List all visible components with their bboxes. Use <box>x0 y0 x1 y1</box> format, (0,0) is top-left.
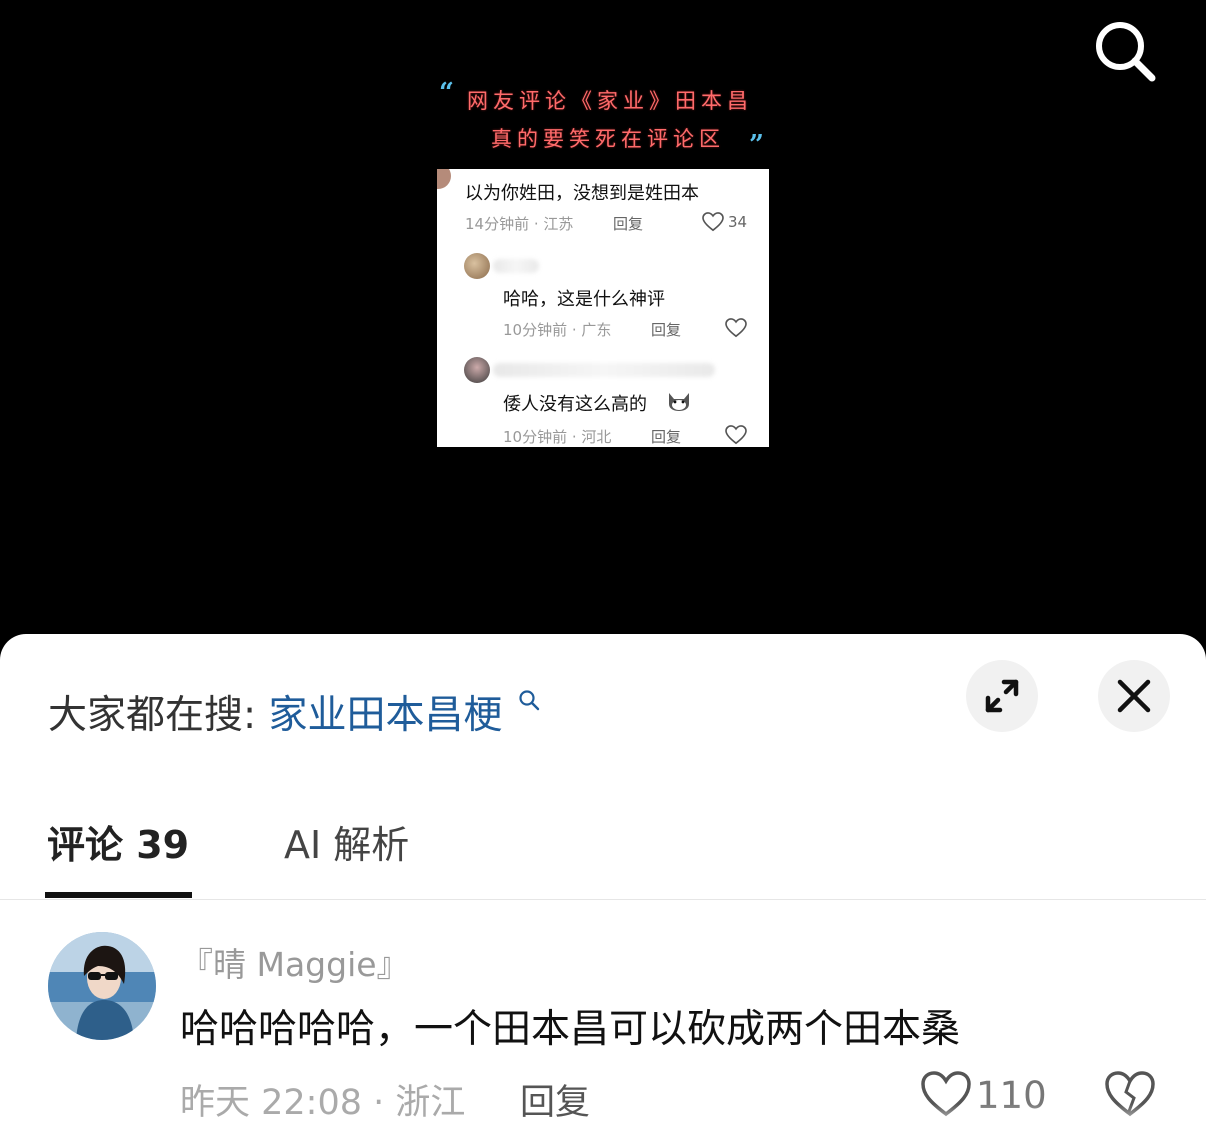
embedded-comment-screenshot: 以为你姓田，没想到是姓田本 14分钟前 · 江苏 回复 34 哈哈，这是什么神评… <box>437 169 769 447</box>
active-tab-indicator <box>45 892 192 898</box>
embedded-reply-label: 回复 <box>651 428 682 446</box>
heart-icon <box>725 318 747 338</box>
trending-search[interactable]: 大家都在搜: 家业田本昌梗 <box>48 684 541 740</box>
heart-icon <box>702 212 724 232</box>
close-icon <box>1117 679 1151 713</box>
embedded-comment-text: 倭人没有这么高的 <box>503 394 647 415</box>
embedded-comment-meta: 14分钟前 · 江苏 <box>465 215 574 233</box>
blurred-username <box>493 259 539 273</box>
comment-item: 『晴 Maggie』 哈哈哈哈哈，一个田本昌可以砍成两个田本桑 昨天 22:08… <box>0 924 1206 1147</box>
video-area[interactable]: “ 网友评论《家业》田本昌 真的要笑死在评论区 ” 以为你姓田，没想到是姓田本 … <box>0 0 1206 660</box>
search-icon <box>1096 22 1156 82</box>
embedded-comment-text: 哈哈，这是什么神评 <box>503 289 665 310</box>
embedded-reply-label: 回复 <box>651 321 682 339</box>
like-count: 110 <box>976 1074 1047 1117</box>
avatar-image <box>48 932 156 1040</box>
comment-text: 哈哈哈哈哈，一个田本昌可以砍成两个田本桑 <box>180 1007 961 1052</box>
embedded-comment-text: 以为你姓田，没想到是姓田本 <box>465 183 699 204</box>
tab-ai-analysis[interactable]: AI 解析 <box>284 814 409 869</box>
post-title-line-1: 网友评论《家业》田本昌 <box>467 89 753 113</box>
trending-term-link[interactable]: 家业田本昌梗 <box>269 693 503 738</box>
embedded-avatar <box>464 253 490 279</box>
comment-timestamp-location: 昨天 22:08 · 浙江 <box>180 1083 466 1123</box>
reply-button[interactable]: 回复 <box>520 1074 590 1125</box>
avatar[interactable] <box>48 932 156 1040</box>
embedded-avatar <box>437 169 451 189</box>
trending-label: 大家都在搜: <box>48 693 257 738</box>
embedded-comment-meta: 10分钟前 · 广东 <box>503 321 612 339</box>
expand-icon <box>985 679 1019 713</box>
post-title: “ 网友评论《家业》田本昌 真的要笑死在评论区 ” <box>437 78 769 168</box>
search-button[interactable] <box>1088 14 1160 86</box>
heart-icon <box>725 425 747 445</box>
post-title-line-2: 真的要笑死在评论区 <box>491 127 725 151</box>
blurred-username <box>493 363 715 377</box>
quote-close-mark: ” <box>749 130 764 160</box>
broken-heart-icon[interactable] <box>1104 1070 1156 1118</box>
comment-author[interactable]: 『晴 Maggie』 <box>180 938 410 986</box>
close-button[interactable] <box>1098 660 1170 732</box>
embedded-avatar <box>464 357 490 383</box>
embedded-comment-meta: 10分钟前 · 河北 <box>503 428 612 446</box>
quote-open-mark: “ <box>439 78 454 108</box>
comments-sheet: 大家都在搜: 家业田本昌梗 评论 39 AI 解析 『晴 Maggie』 哈哈哈… <box>0 634 1206 1147</box>
heart-icon <box>921 1071 971 1117</box>
search-icon <box>519 690 540 711</box>
expand-button[interactable] <box>966 660 1038 732</box>
embedded-like-count: 34 <box>728 213 748 231</box>
embedded-reply-label: 回复 <box>613 215 644 233</box>
tab-comments[interactable]: 评论 39 <box>47 814 189 869</box>
cat-emoji-icon <box>669 393 689 411</box>
tab-bar: 评论 39 AI 解析 <box>0 814 1206 900</box>
